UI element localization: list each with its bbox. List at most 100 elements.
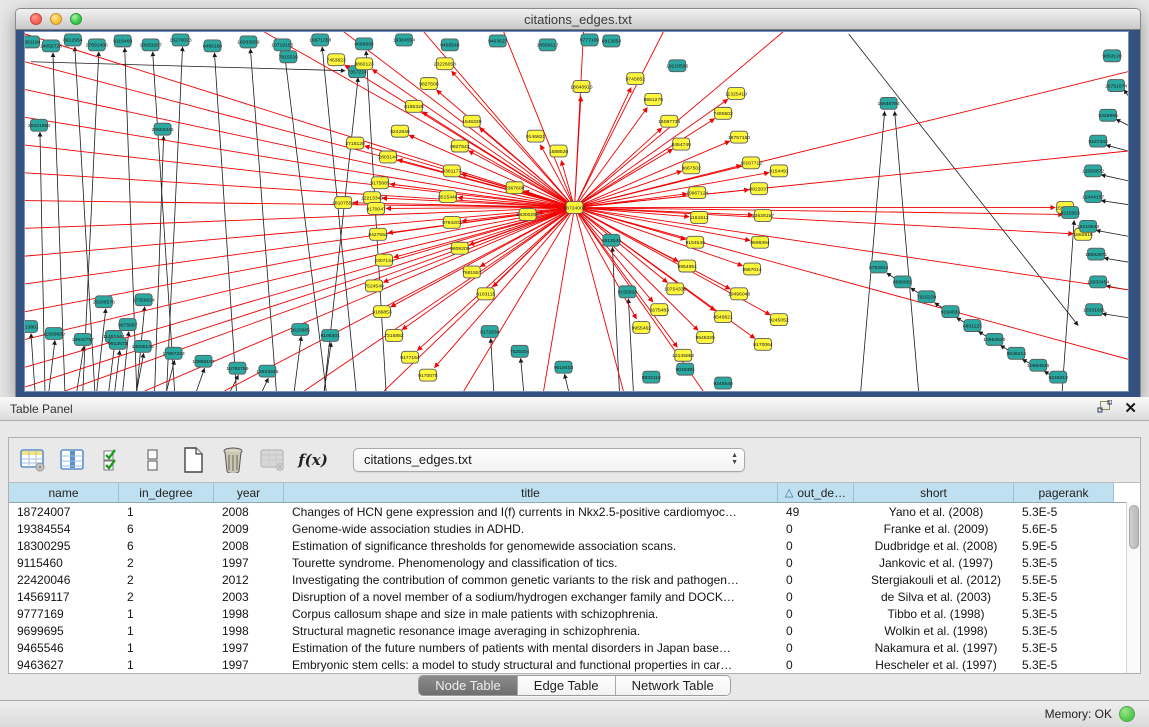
close-panel-icon[interactable]: ✕: [1124, 401, 1137, 416]
citation-edge[interactable]: [565, 374, 569, 391]
table-cell[interactable]: 1: [119, 641, 214, 655]
citation-edge[interactable]: [49, 340, 55, 391]
citation-edge[interactable]: [230, 375, 238, 391]
citation-edge[interactable]: [294, 336, 301, 391]
memory-status-indicator[interactable]: [1119, 706, 1135, 722]
citation-edge[interactable]: [895, 111, 919, 391]
table-cell[interactable]: 18300295: [9, 539, 119, 553]
table-cell[interactable]: Yano et al. (2008): [854, 505, 1014, 519]
table-mode-settings-icon[interactable]: [19, 446, 47, 474]
hub-edge[interactable]: [402, 208, 574, 330]
column-header-name[interactable]: name: [9, 483, 119, 502]
table-cell[interactable]: 0: [778, 607, 854, 621]
column-header-out_de[interactable]: △out_de…: [778, 483, 854, 502]
table-cell[interactable]: 0: [778, 539, 854, 553]
citation-edge[interactable]: [366, 51, 386, 391]
hub-edge[interactable]: [575, 208, 678, 348]
citation-edge[interactable]: [214, 53, 236, 391]
citation-edge[interactable]: [137, 353, 144, 391]
citation-edge[interactable]: [109, 343, 115, 391]
citation-edge[interactable]: [1101, 201, 1128, 205]
hub-edge[interactable]: [25, 208, 575, 340]
hub-edge[interactable]: [575, 208, 1128, 290]
hub-edge[interactable]: [575, 208, 743, 266]
table-row[interactable]: 2242004622012Investigating the contribut…: [9, 571, 1140, 588]
table-cell[interactable]: 5.5E-5: [1014, 573, 1114, 587]
column-select-icon[interactable]: [99, 446, 127, 474]
table-cell[interactable]: 2: [119, 573, 214, 587]
hub-edge[interactable]: [224, 208, 574, 391]
table-cell[interactable]: Tourette syndrome. Phenomenology and cla…: [284, 556, 778, 570]
table-cell[interactable]: 18724007: [9, 505, 119, 519]
table-cell[interactable]: 1997: [214, 556, 284, 570]
column-header-year[interactable]: year: [214, 483, 284, 502]
table-cell[interactable]: Changes of HCN gene expression and I(f) …: [284, 505, 778, 519]
citation-edge[interactable]: [521, 358, 524, 391]
table-cell[interactable]: 1998: [214, 607, 284, 621]
citation-edge[interactable]: [1124, 90, 1128, 96]
table-cell[interactable]: Nakamura et al. (1997): [854, 641, 1014, 655]
table-row[interactable]: 977716911998Corpus callosum shape and si…: [9, 605, 1140, 622]
citation-edge[interactable]: [861, 111, 885, 391]
table-cell[interactable]: Estimation of significance thresholds fo…: [284, 539, 778, 553]
table-cell[interactable]: 22420046: [9, 573, 119, 587]
table-cell[interactable]: 0: [778, 573, 854, 587]
table-cell[interactable]: 5.3E-5: [1014, 641, 1114, 655]
table-cell[interactable]: Hescheler et al. (1997): [854, 658, 1014, 672]
network-canvas-area[interactable]: 9361194140557288912954276914069115460106…: [25, 32, 1128, 391]
table-cell[interactable]: 5.9E-5: [1014, 539, 1114, 553]
citation-edge[interactable]: [1106, 145, 1128, 151]
table-cell[interactable]: 1: [119, 624, 214, 638]
table-cell[interactable]: 5.3E-5: [1014, 505, 1114, 519]
table-cell[interactable]: 2012: [214, 573, 284, 587]
hub-edge[interactable]: [264, 32, 574, 208]
table-cell[interactable]: 19384554: [9, 522, 119, 536]
citation-edge[interactable]: [1096, 230, 1128, 236]
delete-column-icon[interactable]: [219, 446, 247, 474]
table-cell[interactable]: 9699695: [9, 624, 119, 638]
table-cell[interactable]: 0: [778, 624, 854, 638]
table-selector-dropdown[interactable]: citations_edges.txt ▲▼: [353, 448, 745, 472]
table-cell[interactable]: 5.3E-5: [1014, 556, 1114, 570]
column-header-in_degree[interactable]: in_degree: [119, 483, 214, 502]
citation-edge[interactable]: [324, 342, 331, 391]
hub-edge[interactable]: [25, 145, 575, 207]
vertical-scrollbar[interactable]: [1126, 502, 1140, 673]
table-cell[interactable]: de Silva et al. (2003): [854, 590, 1014, 604]
table-cell[interactable]: 5.3E-5: [1014, 658, 1114, 672]
citation-edge[interactable]: [1104, 258, 1128, 262]
tab-edge-table[interactable]: Edge Table: [518, 676, 616, 695]
table-cell[interactable]: 0: [778, 590, 854, 604]
citation-edge[interactable]: [31, 62, 345, 71]
citation-edge[interactable]: [31, 333, 35, 391]
column-visibility-icon[interactable]: [59, 446, 87, 474]
table-cell[interactable]: 1: [119, 658, 214, 672]
hub-edge[interactable]: [25, 62, 575, 208]
table-row[interactable]: 1938455462009Genome-wide association stu…: [9, 520, 1140, 537]
minimize-window-button[interactable]: [50, 13, 62, 25]
table-cell[interactable]: Stergiakouli et al. (2012): [854, 573, 1014, 587]
table-cell[interactable]: 1997: [214, 658, 284, 672]
table-cell[interactable]: 2003: [214, 590, 284, 604]
table-cell[interactable]: Franke et al. (2009): [854, 522, 1014, 536]
citation-edge[interactable]: [612, 247, 619, 391]
table-cell[interactable]: Disruption of a novel member of a sodium…: [284, 590, 778, 604]
table-cell[interactable]: 9777169: [9, 607, 119, 621]
tab-network-table[interactable]: Network Table: [616, 676, 730, 695]
table-cell[interactable]: 2008: [214, 539, 284, 553]
table-cell[interactable]: Embryonic stem cells: a model to study s…: [284, 658, 778, 672]
citation-edge[interactable]: [1101, 175, 1128, 181]
table-cell[interactable]: 0: [778, 556, 854, 570]
hub-edge[interactable]: [434, 208, 574, 368]
hub-edge[interactable]: [25, 34, 575, 208]
table-cell[interactable]: 2008: [214, 505, 284, 519]
table-cell[interactable]: 5.6E-5: [1014, 522, 1114, 536]
table-cell[interactable]: 9115460: [9, 556, 119, 570]
table-cell[interactable]: Dudbridge et al. (2008): [854, 539, 1014, 553]
close-window-button[interactable]: [30, 13, 42, 25]
citation-edge[interactable]: [167, 47, 183, 391]
table-cell[interactable]: 6: [119, 539, 214, 553]
table-row[interactable]: 946554611997Estimation of the future num…: [9, 639, 1140, 656]
citation-edge[interactable]: [53, 53, 65, 391]
table-cell[interactable]: 0: [778, 522, 854, 536]
